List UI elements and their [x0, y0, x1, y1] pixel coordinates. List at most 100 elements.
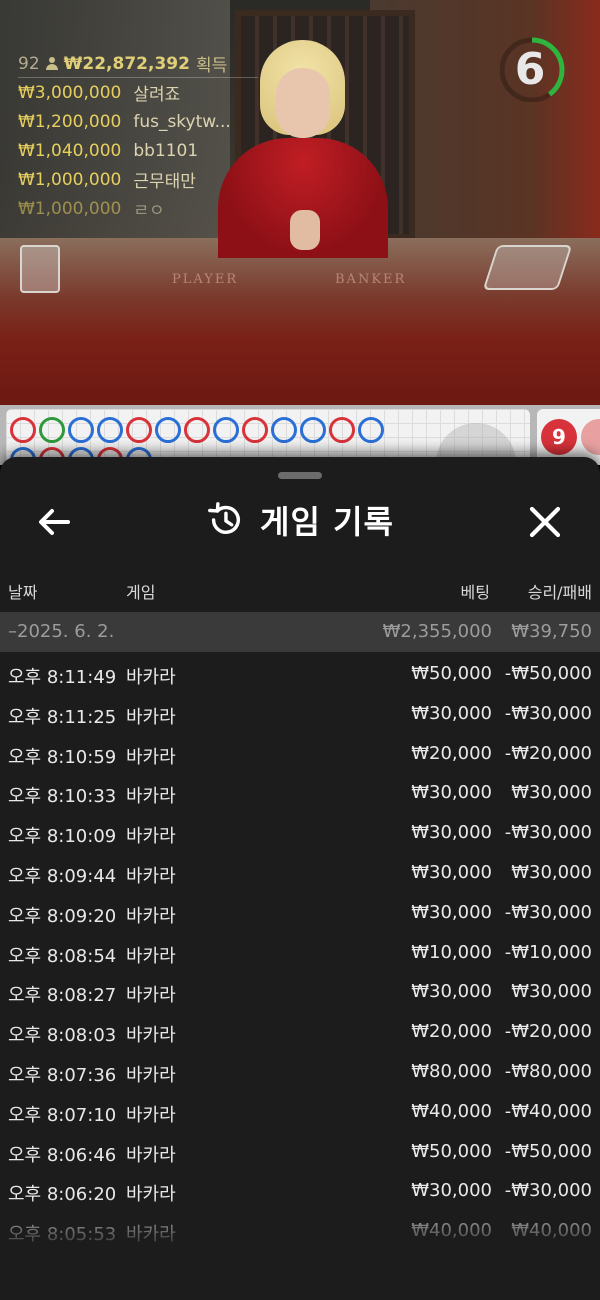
history-time: 오후 8:11:25: [8, 706, 117, 728]
history-list: 오후 8:11:49 바카라 ₩50,000 -₩50,000 오후 8:11:25 바카…: [0, 653, 600, 1250]
history-time: 오후 8:11:49: [8, 667, 117, 688]
history-bet: ₩40,000: [411, 1220, 492, 1242]
column-header-game: 게임: [126, 583, 156, 602]
column-headers: 날짜 게임 베팅 승리/패배: [0, 575, 600, 605]
history-row[interactable]: 오후 8:08:03 바카라 ₩20,000 -₩20,000: [0, 1011, 600, 1051]
road-bead: [10, 417, 36, 443]
history-time: 오후 8:08:27: [8, 985, 117, 1007]
history-row[interactable]: 오후 8:05:53 바카라 ₩40,000 ₩40,000: [0, 1210, 600, 1250]
history-row[interactable]: 오후 8:10:59 바카라 ₩20,000 -₩20,000: [0, 733, 600, 773]
history-row[interactable]: 오후 8:10:09 바카라 ₩30,000 -₩30,000: [0, 812, 600, 852]
date-group-header[interactable]: –2025. 6. 2. ₩2,355,000 ₩39,750: [0, 612, 600, 652]
winner-name: 살려죠: [133, 85, 181, 105]
column-header-bet: 베팅: [460, 583, 490, 602]
winners-summary: 92 ₩22,872,392 획득: [18, 54, 258, 78]
history-time: 오후 8:08:03: [8, 1025, 117, 1047]
history-result: -₩10,000: [504, 941, 592, 963]
history-result: -₩40,000: [504, 1100, 592, 1122]
winner-item: ₩1,000,000 근무태만: [18, 165, 258, 194]
winner-name: fus_skytw...: [133, 111, 231, 132]
winner-amount: ₩1,000,000: [18, 169, 122, 190]
date-group-bet-total: ₩2,355,000: [382, 621, 492, 642]
road-bead: [39, 417, 65, 443]
history-game: 바카라: [126, 1064, 176, 1086]
history-row[interactable]: 오후 8:07:10 바카라 ₩40,000 -₩40,000: [0, 1091, 600, 1131]
winners-panel: 92 ₩22,872,392 획득 ₩3,000,000 살려죠 ₩1,200,…: [18, 54, 258, 223]
shoe-count-badge: 9: [541, 419, 577, 455]
countdown-number: 6: [514, 44, 546, 95]
close-button[interactable]: [520, 497, 570, 547]
history-time: 오후 8:06:20: [8, 1184, 117, 1206]
sheet-header: 게임 기록: [0, 485, 600, 555]
road-bead: [242, 417, 268, 443]
date-group-win-loss: ₩39,750: [511, 621, 592, 642]
history-time: 오후 8:10:33: [8, 786, 117, 808]
history-time: 오후 8:05:53: [8, 1224, 117, 1246]
arrow-left-icon: [39, 509, 70, 535]
history-game: 바카라: [126, 1144, 176, 1166]
table-label-banker: BANKER: [335, 272, 407, 287]
history-bet: ₩50,000: [411, 1140, 492, 1162]
sheet-drag-handle[interactable]: [278, 472, 322, 479]
history-bet: ₩20,000: [411, 1021, 492, 1043]
history-result: -₩20,000: [504, 1021, 592, 1043]
history-game: 바카라: [126, 786, 176, 808]
history-result: -₩80,000: [504, 1060, 592, 1082]
column-header-win-loss: 승리/패배: [527, 583, 592, 602]
history-bet: ₩40,000: [411, 1100, 492, 1122]
history-time: 오후 8:06:46: [8, 1144, 117, 1166]
roadmap-strip: 9: [0, 405, 600, 503]
winner-item: ₩1,040,000 bb1101: [18, 136, 258, 165]
history-row[interactable]: 오후 8:09:44 바카라 ₩30,000 ₩30,000: [0, 852, 600, 892]
road-bead: [97, 417, 123, 443]
countdown-timer: 6: [500, 26, 576, 102]
history-bet: ₩30,000: [411, 822, 492, 844]
history-row[interactable]: 오후 8:10:33 바카라 ₩30,000 ₩30,000: [0, 772, 600, 812]
history-time: 오후 8:10:09: [8, 826, 117, 848]
winner-name: ㄹㅇ: [133, 201, 165, 221]
history-time: 오후 8:08:54: [8, 945, 117, 967]
history-row[interactable]: 오후 8:11:25 바카라 ₩30,000 -₩30,000: [0, 693, 600, 733]
history-result: -₩30,000: [504, 1180, 592, 1202]
history-result: -₩50,000: [504, 663, 592, 684]
history-row[interactable]: 오후 8:11:49 바카라 ₩50,000 -₩50,000: [0, 653, 600, 693]
back-button[interactable]: [30, 497, 80, 547]
history-result: -₩30,000: [504, 702, 592, 724]
game-history-sheet: 게임 기록 날짜 게임 베팅 승리/패배 –2025. 6. 2. ₩2,355…: [0, 457, 600, 1300]
winner-amount: ₩1,040,000: [18, 140, 122, 161]
winner-name: bb1101: [133, 140, 199, 161]
person-icon: [45, 57, 58, 70]
road-bead: [300, 417, 326, 443]
card-shoe: [20, 245, 60, 293]
history-icon: [208, 502, 241, 534]
history-bet: ₩20,000: [411, 742, 492, 764]
winner-item: ₩3,000,000 살려죠: [18, 78, 258, 107]
table-label-player: PLAYER: [172, 272, 239, 287]
history-bet: ₩30,000: [411, 1180, 492, 1202]
column-header-date: 날짜: [8, 583, 38, 602]
history-bet: ₩30,000: [411, 702, 492, 724]
road-bead: [126, 417, 152, 443]
history-game: 바카라: [126, 985, 176, 1007]
history-bet: ₩30,000: [411, 782, 492, 804]
road-bead: [155, 417, 181, 443]
history-row[interactable]: 오후 8:08:54 바카라 ₩10,000 -₩10,000: [0, 932, 600, 972]
history-row[interactable]: 오후 8:08:27 바카라 ₩30,000 ₩30,000: [0, 971, 600, 1011]
history-row[interactable]: 오후 8:07:36 바카라 ₩80,000 -₩80,000: [0, 1051, 600, 1091]
history-game: 바카라: [126, 1224, 176, 1246]
history-time: 오후 8:09:20: [8, 905, 117, 927]
road-bead: [271, 417, 297, 443]
history-result: -₩30,000: [504, 822, 592, 844]
history-bet: ₩30,000: [411, 901, 492, 923]
winners-total: ₩22,872,392: [63, 53, 190, 74]
history-result: ₩30,000: [511, 861, 592, 883]
history-game: 바카라: [126, 706, 176, 728]
winner-item: ₩1,200,000 fus_skytw...: [18, 107, 258, 136]
history-time: 오후 8:07:10: [8, 1104, 117, 1126]
history-game: 바카라: [126, 826, 176, 848]
history-row[interactable]: 오후 8:06:46 바카라 ₩50,000 -₩50,000: [0, 1131, 600, 1171]
history-game: 바카라: [126, 1104, 176, 1126]
live-video: PLAYER BANKER 92 ₩22,872,392 획득 ₩3,000,0…: [0, 0, 600, 405]
history-row[interactable]: 오후 8:09:20 바카라 ₩30,000 -₩30,000: [0, 892, 600, 932]
history-row[interactable]: 오후 8:06:20 바카라 ₩30,000 -₩30,000: [0, 1170, 600, 1210]
